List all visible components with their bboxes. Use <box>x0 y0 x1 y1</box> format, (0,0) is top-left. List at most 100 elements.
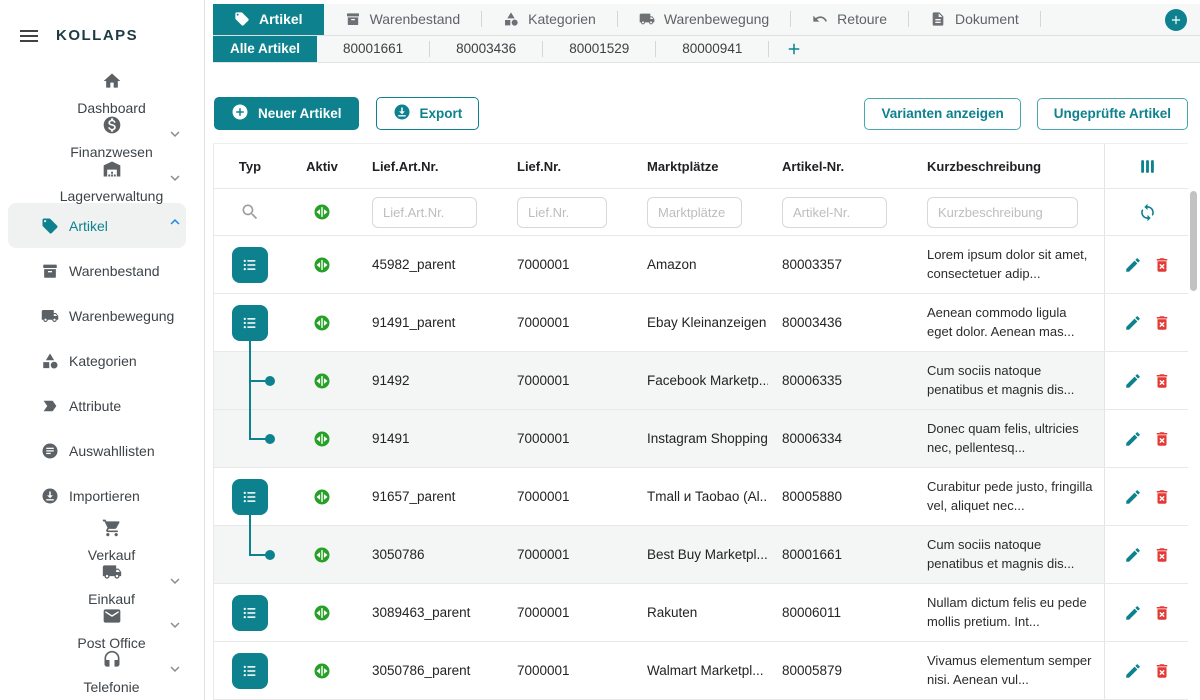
add-article-tab-button[interactable] <box>769 36 819 62</box>
toolbar: Neuer Artikel Export Varianten anzeigen … <box>214 97 1188 130</box>
unverified-articles-label: Ungeprüfte Artikel <box>1054 106 1171 121</box>
filter-input-lief-art-nr[interactable] <box>372 197 477 228</box>
sidebar-item-label: Dashboard <box>77 100 146 116</box>
search-icon[interactable] <box>240 202 260 222</box>
article-tab-80001661[interactable]: 80001661 <box>317 36 429 62</box>
delete-icon[interactable] <box>1153 430 1171 448</box>
filter-input-lief-nr[interactable] <box>517 197 607 228</box>
edit-icon[interactable] <box>1124 488 1142 506</box>
filter-input-artikel-nr[interactable] <box>782 197 887 228</box>
delete-icon[interactable] <box>1153 546 1171 564</box>
sidebar-item-importieren[interactable]: Importieren <box>8 473 186 518</box>
table-row: 914927000001Facebook Marketp...80006335C… <box>214 352 1188 410</box>
variant-list-button[interactable] <box>232 305 268 341</box>
edit-icon[interactable] <box>1124 662 1142 680</box>
article-tab-80000941[interactable]: 80000941 <box>656 36 768 62</box>
variant-list-button[interactable] <box>232 653 268 689</box>
variant-list-button[interactable] <box>232 479 268 515</box>
active-toggle-icon[interactable] <box>313 256 331 274</box>
cart-icon <box>102 518 122 538</box>
import-circle-icon <box>41 487 59 505</box>
tab-warenbewegung[interactable]: Warenbewegung <box>618 4 790 35</box>
cell-lief-art-nr: 3050786_parent <box>358 642 503 699</box>
cell-lief-art-nr: 91491 <box>358 410 503 467</box>
sidebar-item-artikel[interactable]: Artikel <box>8 203 186 248</box>
edit-icon[interactable] <box>1124 604 1142 622</box>
table-row: 3050786_parent7000001Walmart Marketpl...… <box>214 642 1188 700</box>
cell-lief-art-nr: 91491_parent <box>358 294 503 351</box>
sidebar-item-label: Auswahllisten <box>69 443 155 459</box>
cell-marktplatz: Amazon <box>633 236 768 293</box>
chevron-down-icon <box>166 125 184 143</box>
sidebar-item-auswahllisten[interactable]: Auswahllisten <box>8 428 186 473</box>
main-area: ArtikelWarenbestandKategorienWarenbewegu… <box>205 0 1200 700</box>
box-icon <box>345 11 361 27</box>
active-toggle-icon[interactable] <box>313 546 331 564</box>
tab-artikel[interactable]: Artikel <box>213 4 324 35</box>
category-icon <box>503 11 519 27</box>
sidebar-item-dashboard[interactable]: Dashboard <box>0 71 204 115</box>
sidebar-item-kategorien[interactable]: Kategorien <box>8 338 186 383</box>
cell-marktplatz: Instagram Shopping <box>633 410 768 467</box>
delete-icon[interactable] <box>1153 488 1171 506</box>
active-toggle-icon[interactable] <box>313 314 331 332</box>
table-filter-row <box>214 189 1188 236</box>
cell-artikel-nr: 80006011 <box>768 584 913 641</box>
delete-icon[interactable] <box>1153 662 1171 680</box>
cell-lief-art-nr: 3089463_parent <box>358 584 503 641</box>
edit-icon[interactable] <box>1124 314 1142 332</box>
article-tab-alle-artikel[interactable]: Alle Artikel <box>213 36 317 62</box>
show-variants-button[interactable]: Varianten anzeigen <box>864 98 1020 130</box>
columns-icon[interactable] <box>1138 157 1157 176</box>
active-toggle-icon[interactable] <box>313 372 331 390</box>
delete-icon[interactable] <box>1153 314 1171 332</box>
article-tab-80003436[interactable]: 80003436 <box>430 36 542 62</box>
table-scrollbar-thumb[interactable] <box>1190 191 1197 291</box>
export-button[interactable]: Export <box>376 97 480 130</box>
menu-icon[interactable] <box>17 24 41 48</box>
tag-icon <box>41 217 59 235</box>
delete-icon[interactable] <box>1153 256 1171 274</box>
edit-icon[interactable] <box>1124 372 1142 390</box>
tab-warenbestand[interactable]: Warenbestand <box>324 4 482 35</box>
filter-input-kurzbeschreibung[interactable] <box>927 197 1078 228</box>
active-filter-icon[interactable] <box>313 203 331 221</box>
article-tab-80001529[interactable]: 80001529 <box>543 36 655 62</box>
refresh-icon[interactable] <box>1138 203 1157 222</box>
sidebar-item-attribute[interactable]: Attribute <box>8 383 186 428</box>
sidebar-item-verkauf[interactable]: Verkauf <box>0 518 204 562</box>
add-tab-button[interactable] <box>1165 9 1187 31</box>
sidebar-item-warenbestand[interactable]: Warenbestand <box>8 248 186 293</box>
sidebar-item-label: Artikel <box>69 218 108 234</box>
delete-icon[interactable] <box>1153 372 1171 390</box>
new-article-button[interactable]: Neuer Artikel <box>214 97 359 130</box>
table-row: 3089463_parent7000001Rakuten80006011Null… <box>214 584 1188 642</box>
unverified-articles-button[interactable]: Ungeprüfte Artikel <box>1037 98 1188 130</box>
cell-kurzbeschreibung: Aenean commodo ligula eget dolor. Aenean… <box>913 294 1104 351</box>
cell-kurzbeschreibung: Lorem ipsum dolor sit amet, consectetuer… <box>913 236 1104 293</box>
active-toggle-icon[interactable] <box>313 430 331 448</box>
table-header-row: TypAktivLief.Art.Nr.Lief.Nr.MarktplätzeA… <box>214 144 1188 189</box>
truck-icon <box>102 562 122 582</box>
sidebar: KOLLAPS DashboardFinanzwesenLagerverwalt… <box>0 0 205 700</box>
tab-retoure[interactable]: Retoure <box>791 4 908 35</box>
edit-icon[interactable] <box>1124 430 1142 448</box>
active-toggle-icon[interactable] <box>313 488 331 506</box>
edit-icon[interactable] <box>1124 256 1142 274</box>
tab-dokument[interactable]: Dokument <box>909 4 1040 35</box>
delete-icon[interactable] <box>1153 604 1171 622</box>
tree-node-dot <box>265 434 275 444</box>
variant-list-button[interactable] <box>232 247 268 283</box>
sidebar-item-warenbewegung[interactable]: Warenbewegung <box>8 293 186 338</box>
edit-icon[interactable] <box>1124 546 1142 564</box>
column-header-lief-art-nr: Lief.Art.Nr. <box>358 144 503 188</box>
return-icon <box>812 11 828 27</box>
cell-lief-nr: 7000001 <box>503 642 633 699</box>
sidebar-item-label: Importieren <box>69 488 140 504</box>
active-toggle-icon[interactable] <box>313 604 331 622</box>
active-toggle-icon[interactable] <box>313 662 331 680</box>
filter-input-marktplaetze[interactable] <box>647 197 742 228</box>
variant-list-button[interactable] <box>232 595 268 631</box>
tab-kategorien[interactable]: Kategorien <box>482 4 617 35</box>
tab-label: Dokument <box>955 11 1019 27</box>
